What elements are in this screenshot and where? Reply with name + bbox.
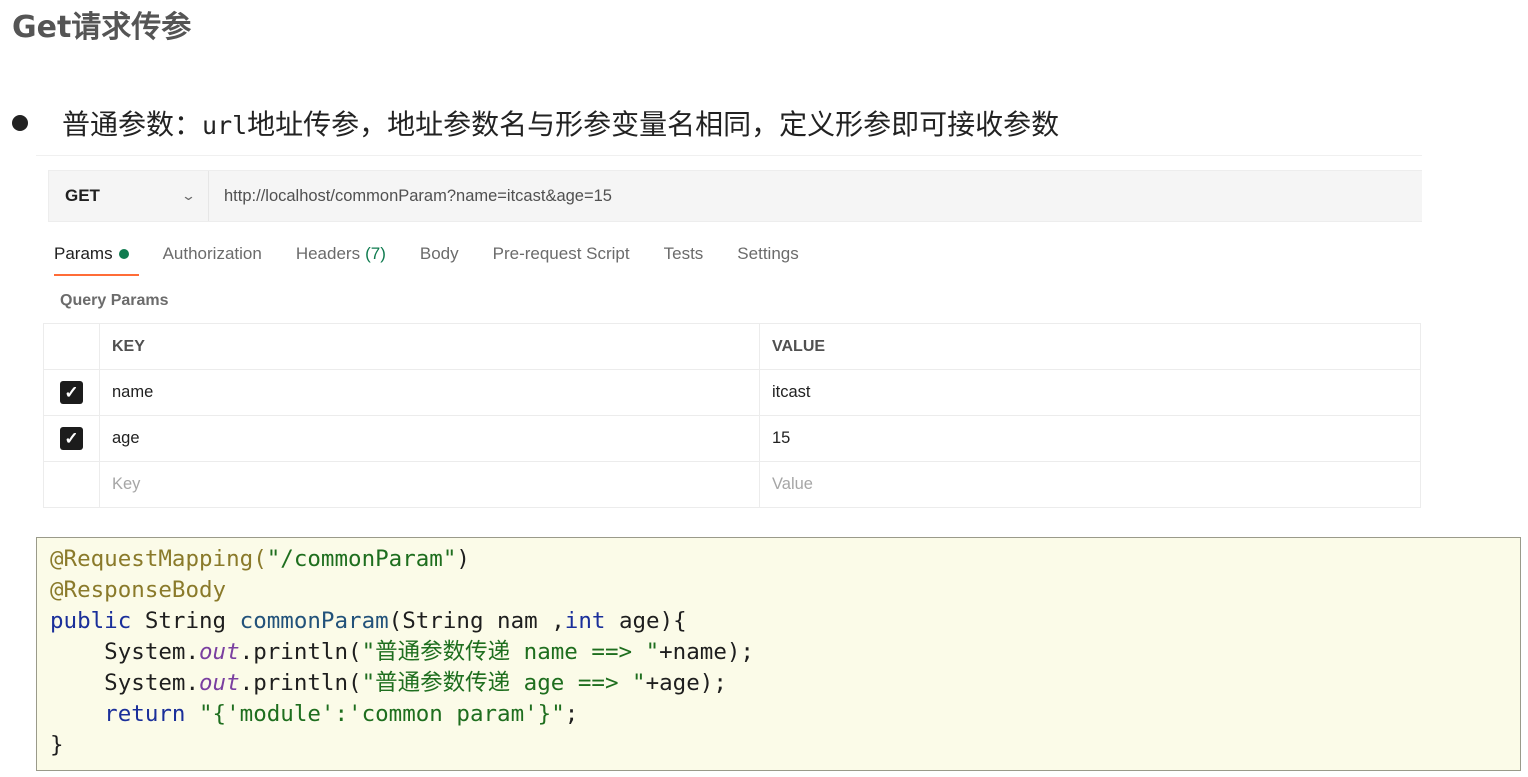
chevron-down-icon: ⌄ bbox=[180, 188, 197, 204]
bullet-item: 普通参数：url地址传参，地址参数名与形参变量名相同，定义形参即可接收参数 bbox=[12, 103, 1059, 143]
column-header-value: VALUE bbox=[759, 323, 1421, 370]
code-field: out bbox=[199, 670, 240, 696]
code-keyword: int bbox=[564, 608, 606, 634]
query-params-title: Query Params bbox=[60, 292, 169, 309]
checkbox-checked[interactable]: ✓ bbox=[60, 427, 83, 450]
code-string: "普通参数传递 age ==> " bbox=[361, 670, 646, 696]
code-line: } bbox=[50, 730, 1520, 761]
tab-authorization[interactable]: Authorization bbox=[163, 244, 262, 276]
new-key-input[interactable]: Key bbox=[99, 461, 760, 508]
code-text: +name); bbox=[659, 639, 754, 665]
row-checkbox-cell bbox=[43, 461, 100, 508]
tab-tests[interactable]: Tests bbox=[664, 244, 704, 276]
method-label: GET bbox=[65, 186, 100, 205]
bullet-suffix: 地址传参，地址参数名与形参变量名相同，定义形参即可接收参数 bbox=[247, 108, 1060, 141]
page-title: Get请求传参 bbox=[12, 10, 192, 45]
tab-body[interactable]: Body bbox=[420, 244, 459, 276]
tab-body-label: Body bbox=[419, 244, 459, 263]
tab-prerequest-label: Pre-request Script bbox=[492, 244, 630, 263]
bullet-dot-icon bbox=[12, 115, 28, 131]
param-value-cell[interactable]: itcast bbox=[759, 369, 1421, 416]
bullet-text: 普通参数：url地址传参，地址参数名与形参变量名相同，定义形参即可接收参数 bbox=[62, 103, 1059, 143]
code-line: return "{'module':'common param'}"; bbox=[50, 699, 1520, 730]
tab-tests-label: Tests bbox=[663, 244, 704, 263]
tab-settings[interactable]: Settings bbox=[737, 244, 798, 276]
checkbox-checked[interactable]: ✓ bbox=[60, 381, 83, 404]
tab-params-label: Params bbox=[54, 244, 113, 263]
param-key-cell[interactable]: name bbox=[99, 369, 760, 416]
headers-count: (7) bbox=[365, 244, 386, 263]
bullet-prefix: 普通参数： bbox=[62, 108, 203, 141]
code-method-name: commonParam bbox=[239, 608, 389, 634]
code-text: .println( bbox=[239, 670, 362, 696]
code-annotation: @ResponseBody bbox=[50, 577, 227, 603]
code-line: @RequestMapping("/commonParam") bbox=[50, 544, 1520, 575]
code-text: (String nam bbox=[388, 608, 538, 634]
method-select[interactable]: GET ⌄ bbox=[49, 171, 209, 221]
code-text: ; bbox=[564, 701, 579, 727]
tab-headers[interactable]: Headers (7) bbox=[296, 244, 386, 276]
code-keyword: return bbox=[50, 701, 186, 727]
param-value-cell[interactable]: 15 bbox=[759, 415, 1421, 462]
code-field: out bbox=[199, 639, 240, 665]
code-line: public String commonParam(String nam ,in… bbox=[50, 606, 1520, 637]
bullet-mono: url bbox=[202, 111, 248, 140]
param-key-cell[interactable]: age bbox=[99, 415, 760, 462]
code-text: System. bbox=[50, 670, 200, 696]
row-checkbox-cell: ✓ bbox=[43, 415, 100, 462]
code-text: } bbox=[50, 732, 64, 758]
code-text: .println( bbox=[239, 639, 362, 665]
code-annotation: @RequestMapping( bbox=[50, 546, 267, 572]
new-value-input[interactable]: Value bbox=[759, 461, 1421, 508]
code-line: System.out.println("普通参数传递 age ==> "+age… bbox=[50, 668, 1520, 699]
tab-params[interactable]: Params bbox=[54, 244, 139, 276]
table-row: ✓ name itcast bbox=[43, 369, 1421, 416]
code-text: , bbox=[537, 608, 565, 634]
code-string: "/commonParam" bbox=[266, 546, 457, 572]
row-checkbox-cell: ✓ bbox=[43, 369, 100, 416]
request-tabs: Params Authorization Headers (7) Body Pre… bbox=[54, 244, 833, 276]
code-text: ) bbox=[456, 546, 470, 572]
url-bar: GET ⌄ http://localhost/commonParam?name=… bbox=[48, 170, 1422, 222]
code-text: String bbox=[131, 608, 240, 634]
table-row: ✓ age 15 bbox=[43, 415, 1421, 462]
tab-authorization-label: Authorization bbox=[162, 244, 262, 263]
code-text: age){ bbox=[605, 608, 687, 634]
code-string: "普通参数传递 name ==> " bbox=[361, 639, 660, 665]
tab-headers-label: Headers bbox=[295, 244, 361, 263]
header-checkbox-cell bbox=[43, 323, 100, 370]
query-params-table: KEY VALUE ✓ name itcast ✓ age 15 Key Val… bbox=[43, 323, 1421, 508]
code-text: +age); bbox=[645, 670, 727, 696]
code-text: System. bbox=[50, 639, 200, 665]
code-string: "{'module':'common param'}" bbox=[185, 701, 565, 727]
tab-prerequest-script[interactable]: Pre-request Script bbox=[493, 244, 630, 276]
code-line: @ResponseBody bbox=[50, 575, 1520, 606]
column-header-key: KEY bbox=[99, 323, 760, 370]
table-row-placeholder: Key Value bbox=[43, 461, 1421, 508]
postman-request-panel: GET ⌄ http://localhost/commonParam?name=… bbox=[36, 155, 1422, 508]
code-keyword: public bbox=[50, 608, 132, 634]
code-line: System.out.println("普通参数传递 name ==> "+na… bbox=[50, 637, 1520, 668]
code-block: @RequestMapping("/commonParam") @Respons… bbox=[36, 537, 1521, 771]
tab-settings-label: Settings bbox=[737, 244, 799, 263]
url-input[interactable]: http://localhost/commonParam?name=itcast… bbox=[224, 187, 612, 206]
active-dot-icon bbox=[118, 249, 129, 259]
table-header-row: KEY VALUE bbox=[43, 323, 1421, 370]
